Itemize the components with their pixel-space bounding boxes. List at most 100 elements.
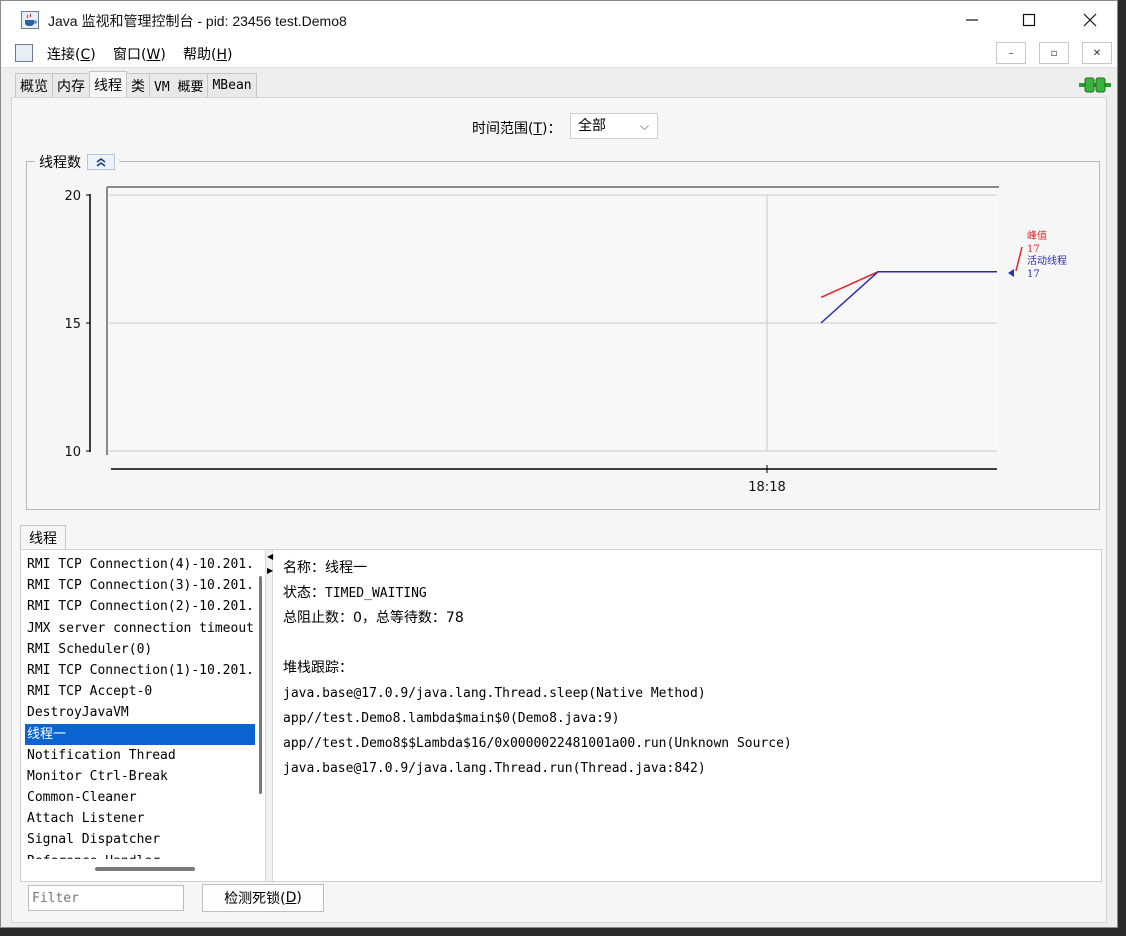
inner-close-icon: ✕	[1092, 47, 1102, 59]
legend-label: 活动线程	[1027, 254, 1067, 267]
thread-list-tab-label: 线程	[29, 531, 57, 547]
thread-state-label: 状态：	[283, 585, 325, 601]
detect-deadlock-mnemonic: D	[285, 890, 297, 906]
time-range-label: 时间范围(T)：	[472, 118, 562, 138]
thread-list-item[interactable]: Common-Cleaner	[25, 787, 255, 808]
filter-input[interactable]	[28, 885, 184, 911]
tab-classes-label: 类	[131, 78, 145, 95]
title-bar[interactable]: Java 监视和管理控制台 - pid: 23456 test.Demo8	[1, 1, 1117, 39]
thread-count-chart-group: 线程数 10 15 20 18:18 峰值 17 活动线程 17	[26, 152, 1100, 510]
menu-help-label: 帮助	[183, 47, 211, 63]
tab-thread-list[interactable]: 线程	[20, 525, 66, 550]
inner-restore-button[interactable]: ▫	[1039, 42, 1069, 64]
menu-connect-mnemonic: C	[80, 47, 91, 63]
minimize-button[interactable]	[949, 1, 995, 39]
java-app-icon	[15, 44, 33, 62]
thread-list-item[interactable]: Reference Handler	[25, 851, 255, 859]
tab-overview-label: 概览	[20, 78, 48, 95]
thread-list-item[interactable]: Monitor Ctrl-Break	[25, 766, 255, 787]
tab-mbeans[interactable]: MBean	[207, 73, 257, 97]
thread-name-value: 线程一	[325, 560, 367, 576]
minimize-icon	[966, 19, 978, 21]
menu-help-mnemonic: H	[216, 47, 227, 63]
y-tick-label: 15	[64, 317, 81, 332]
inner-minimize-button[interactable]: –	[996, 42, 1026, 64]
legend-value: 17	[1027, 269, 1040, 280]
close-button[interactable]	[1067, 1, 1113, 39]
thread-list-item[interactable]: DestroyJavaVM	[25, 702, 255, 723]
thread-list-item[interactable]: Signal Dispatcher	[25, 829, 255, 850]
plot-area	[107, 187, 999, 454]
thread-panel: RMI TCP Connection(4)-10.201. RMI TCP Con…	[20, 549, 1102, 882]
stack-trace: java.base@17.0.9/java.lang.Thread.sleep(…	[283, 681, 1093, 781]
thread-list-item[interactable]: RMI TCP Connection(4)-10.201.	[25, 554, 255, 575]
time-range-mnemonic: T	[533, 121, 543, 137]
java-app-icon	[21, 11, 39, 29]
maximize-button[interactable]	[1006, 1, 1052, 39]
inner-minimize-icon: –	[1008, 47, 1014, 59]
thread-count-chart: 10152018:18峰值17活动线程17	[64, 186, 1067, 495]
thread-list-vertical-scrollbar[interactable]	[257, 558, 263, 858]
tab-vm-summary[interactable]: VM 概要	[149, 73, 209, 97]
window-title: Java 监视和管理控制台 - pid: 23456 test.Demo8	[48, 13, 347, 29]
connection-status-icon[interactable]	[1079, 75, 1111, 95]
legend-value: 17	[1027, 244, 1040, 255]
thread-list-item[interactable]: 线程一	[25, 723, 255, 745]
thread-list-item[interactable]: Notification Thread	[25, 745, 255, 766]
thread-list-item[interactable]: RMI TCP Accept-0	[25, 681, 255, 702]
thread-list-item[interactable]: RMI TCP Connection(1)-10.201.	[25, 660, 255, 681]
tab-mbeans-label: MBean	[212, 78, 252, 93]
thread-state-value: TIMED_WAITING	[325, 586, 427, 601]
menu-connect-label: 连接	[47, 47, 75, 63]
thread-state-line: 状态：TIMED_WAITING	[283, 581, 1093, 606]
time-range-label-text: 时间范围(	[472, 121, 534, 137]
tab-memory[interactable]: 内存	[52, 73, 90, 97]
y-tick-label: 20	[64, 189, 81, 204]
time-range-value: 全部	[578, 118, 606, 134]
menu-window-mnemonic: W	[146, 47, 161, 63]
thread-list-item[interactable]: RMI TCP Connection(2)-10.201.	[25, 596, 255, 617]
y-tick-label: 10	[64, 445, 81, 460]
stack-frame: java.base@17.0.9/java.lang.Thread.run(Th…	[283, 761, 706, 776]
time-range-label-suffix: )：	[542, 121, 562, 137]
stack-frame: app//test.Demo8$$Lambda$16/0x00000224810…	[283, 736, 792, 751]
thread-list-item[interactable]: RMI Scheduler(0)	[25, 639, 255, 660]
tab-threads[interactable]: 线程	[89, 71, 127, 97]
close-icon	[1083, 13, 1097, 27]
divider-left-arrow-icon[interactable]: ◀	[267, 552, 273, 561]
tab-classes[interactable]: 类	[126, 73, 150, 97]
legend-connector	[1015, 246, 1023, 272]
legend-label: 峰值	[1027, 229, 1047, 242]
menu-connect[interactable]: 连接(C)	[47, 44, 96, 64]
stack-trace-label: 堆栈跟踪：	[283, 660, 353, 676]
thread-list-item[interactable]: Attach Listener	[25, 808, 255, 829]
inner-restore-icon: ▫	[1050, 47, 1058, 59]
main-tabs: 概览 内存 线程 类 VM 概要 MBean	[15, 71, 257, 97]
detect-deadlock-button[interactable]: 检测死锁(D)	[202, 884, 324, 912]
menu-bar: 连接(C) 窗口(W) 帮助(H) – ▫ ✕	[1, 39, 1117, 68]
menu-help[interactable]: 帮助(H)	[183, 44, 232, 64]
inner-close-button[interactable]: ✕	[1082, 42, 1112, 64]
time-range-select[interactable]: 全部 ⌵	[570, 113, 658, 139]
thread-detail: 名称：线程一 状态：TIMED_WAITING 总阻止数：0，总等待数：78 堆…	[283, 556, 1093, 873]
detect-deadlock-suffix: )	[296, 890, 302, 906]
thread-list-item[interactable]: JMX server connection timeout	[25, 618, 255, 639]
thread-list-item[interactable]: RMI TCP Connection(3)-10.201.	[25, 575, 255, 596]
threads-tab-content: 时间范围(T)： 全部 ⌵ 线程数 10 15 20 18:18 峰值 17 活动线程 17 …	[11, 97, 1107, 923]
chevron-down-icon: ⌵	[639, 119, 649, 133]
divider-right-arrow-icon[interactable]: ▶	[267, 566, 273, 575]
detect-deadlock-label: 检测死锁(	[224, 891, 286, 907]
menu-window-label: 窗口	[113, 47, 141, 63]
scrollbar-thumb[interactable]	[259, 576, 262, 794]
jconsole-window: Java 监视和管理控制台 - pid: 23456 test.Demo8 连接…	[0, 0, 1118, 928]
legend-marker	[1008, 269, 1014, 277]
maximize-icon	[1022, 13, 1036, 27]
thread-list-horizontal-scrollbar[interactable]	[95, 867, 195, 871]
x-tick-label: 18:18	[748, 480, 785, 495]
thread-name-label: 名称：	[283, 560, 325, 576]
stack-frame: java.base@17.0.9/java.lang.Thread.sleep(…	[283, 686, 706, 701]
split-pane-divider[interactable]: ◀ ▶	[265, 550, 273, 881]
thread-list[interactable]: RMI TCP Connection(4)-10.201. RMI TCP Con…	[25, 554, 255, 859]
menu-window[interactable]: 窗口(W)	[113, 44, 166, 64]
tab-overview[interactable]: 概览	[15, 73, 53, 97]
